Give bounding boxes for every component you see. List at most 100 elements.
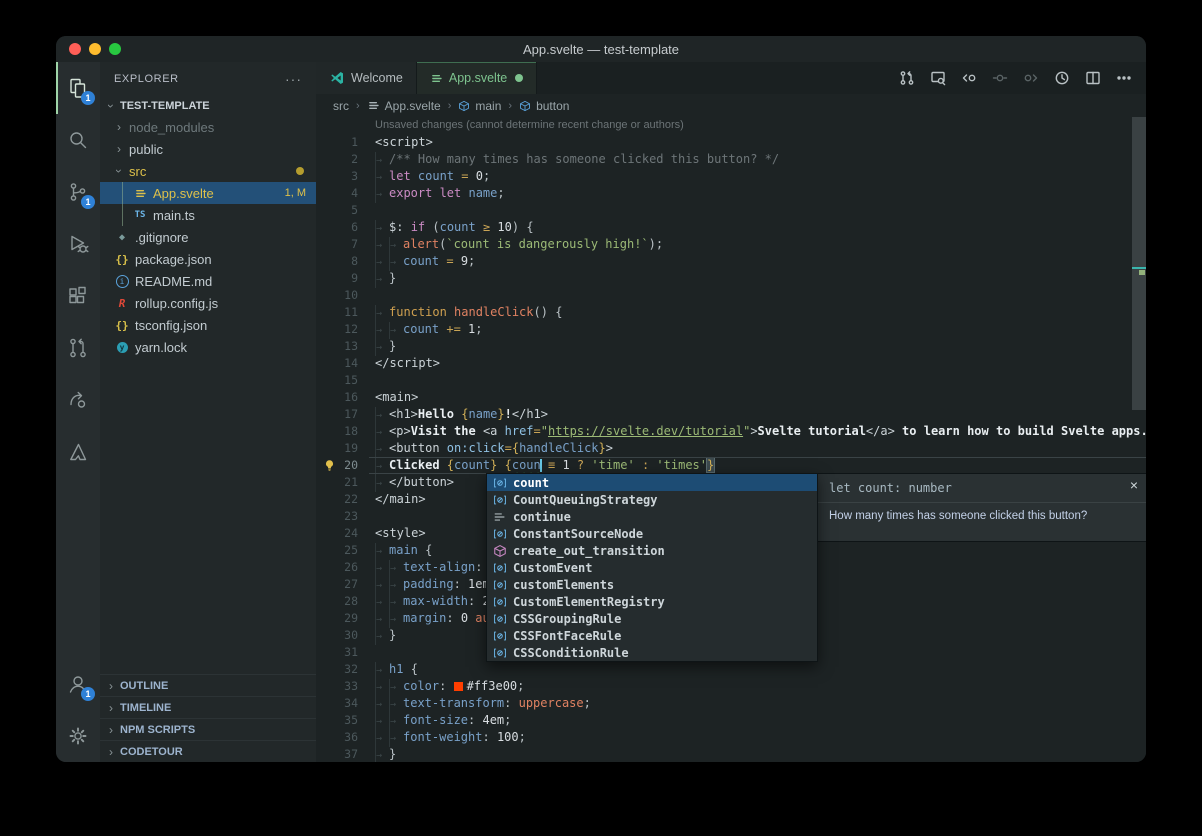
activity-item-search[interactable] <box>56 114 100 166</box>
tree-file-tsconfig-json[interactable]: {}tsconfig.json <box>100 314 316 336</box>
suggest-item-customelementregistry[interactable]: CustomElementRegistry <box>487 593 817 610</box>
code-line-15[interactable]: 15 <box>316 372 1146 389</box>
code-line-8[interactable]: 8→→count = 9; <box>316 253 1146 270</box>
suggest-item-customelements[interactable]: customElements <box>487 576 817 593</box>
code-text: →$: if (count ≥ 10) { <box>375 220 534 234</box>
code-line-7[interactable]: 7→→alert(`count is dangerously high!`); <box>316 236 1146 253</box>
code-line-17[interactable]: 17→<h1>Hello {name}!</h1> <box>316 406 1146 423</box>
code-token: /** How many times has someone clicked t… <box>389 152 779 166</box>
json-file-icon: {} <box>114 319 130 332</box>
tree-file--gitignore[interactable]: ◆.gitignore <box>100 226 316 248</box>
lightbulb-icon[interactable] <box>323 459 336 472</box>
tree-file-app-svelte[interactable]: App.svelte1, M <box>100 182 316 204</box>
code-line-2[interactable]: 2→/** How many times has someone clicked… <box>316 151 1146 168</box>
activity-item-github-pr[interactable] <box>56 322 100 374</box>
suggest-item-create_out_transition[interactable]: create_out_transition <box>487 542 817 559</box>
code-line-1[interactable]: 1<script> <box>316 134 1146 151</box>
tree-file-readme-md[interactable]: iREADME.md <box>100 270 316 292</box>
sidebar-section-timeline[interactable]: ›TIMELINE <box>100 696 316 718</box>
activity-item-azure[interactable] <box>56 426 100 478</box>
sidebar-section-npm-scripts[interactable]: ›NPM SCRIPTS <box>100 718 316 740</box>
file-name: README.md <box>135 274 212 289</box>
tab-app-svelte[interactable]: App.svelte <box>417 62 537 94</box>
code-line-36[interactable]: 36→→font-weight: 100; <box>316 729 1146 746</box>
code-line-18[interactable]: 18→<p>Visit the <a href="https://svelte.… <box>316 423 1146 440</box>
tree-root-test-template[interactable]: › TEST-TEMPLATE <box>100 95 316 116</box>
code-line-16[interactable]: 16<main> <box>316 389 1146 406</box>
chevron-right-icon: › <box>114 142 124 156</box>
activity-item-accounts[interactable]: 1 <box>56 658 100 710</box>
line-number: 12 <box>316 321 375 338</box>
code-text: →<button on:click={handleClick}> <box>375 441 613 455</box>
code-line-5[interactable]: 5 <box>316 202 1146 219</box>
explorer-more-actions-icon[interactable]: ··· <box>285 71 302 87</box>
title-bar[interactable]: App.svelte — test-template <box>56 36 1146 62</box>
next-change-icon[interactable] <box>1023 70 1039 86</box>
activity-item-settings[interactable] <box>56 710 100 762</box>
code-text: →} <box>375 271 396 285</box>
sidebar-section-codetour[interactable]: ›CODETOUR <box>100 740 316 762</box>
suggest-item-count[interactable]: count <box>487 474 817 491</box>
symbol-variable-icon <box>492 578 507 592</box>
close-icon[interactable]: × <box>1130 477 1138 493</box>
editor-scrollbar[interactable] <box>1132 117 1146 410</box>
activity-item-run-debug[interactable] <box>56 218 100 270</box>
code-line-35[interactable]: 35→→font-size: 4em; <box>316 712 1146 729</box>
tree-file-rollup-config-js[interactable]: Rrollup.config.js <box>100 292 316 314</box>
tree-folder-public[interactable]: ›public <box>100 138 316 160</box>
tab-whitespace-arrow: → <box>389 322 403 339</box>
code-line-19[interactable]: 19→<button on:click={handleClick}> <box>316 440 1146 457</box>
activity-item-explorer[interactable]: 1 <box>56 62 100 114</box>
code-line-6[interactable]: 6→$: if (count ≥ 10) { <box>316 219 1146 236</box>
current-change-icon[interactable] <box>992 70 1008 86</box>
activity-item-extensions[interactable] <box>56 270 100 322</box>
previous-change-icon[interactable] <box>961 70 977 86</box>
tab-whitespace-arrow: → <box>375 220 389 237</box>
tree-folder-node-modules[interactable]: ›node_modules <box>100 116 316 138</box>
code-line-34[interactable]: 34→→text-transform: uppercase; <box>316 695 1146 712</box>
line-number: 11 <box>316 304 375 321</box>
tab-welcome[interactable]: Welcome <box>316 62 417 94</box>
breadcrumb-item-src[interactable]: src <box>333 99 349 113</box>
suggest-item-customevent[interactable]: CustomEvent <box>487 559 817 576</box>
breadcrumb-item-app-svelte[interactable]: App.svelte <box>367 99 441 113</box>
code-line-14[interactable]: 14</script> <box>316 355 1146 372</box>
tree-file-yarn-lock[interactable]: yyarn.lock <box>100 336 316 358</box>
code-line-4[interactable]: 4→export let name; <box>316 185 1146 202</box>
split-editor-icon[interactable] <box>1085 70 1101 86</box>
suggest-item-cssgroupingrule[interactable]: CSSGroupingRule <box>487 610 817 627</box>
code-line-11[interactable]: 11→function handleClick() { <box>316 304 1146 321</box>
code-line-20[interactable]: 20→Clicked {count} {coun ≡ 1 ? 'time' : … <box>316 457 1146 474</box>
tree-file-package-json[interactable]: {}package.json <box>100 248 316 270</box>
suggest-item-countqueuingstrategy[interactable]: CountQueuingStrategy <box>487 491 817 508</box>
code-line-33[interactable]: 33→→color: #ff3e00; <box>316 678 1146 695</box>
tree-file-main-ts[interactable]: TSmain.ts <box>100 204 316 226</box>
breadcrumb-item-button[interactable]: button <box>519 99 569 113</box>
close-window-button[interactable] <box>69 43 81 55</box>
open-preview-icon[interactable] <box>930 70 946 86</box>
git-graph-icon[interactable] <box>899 70 915 86</box>
activity-item-source-control[interactable]: 1 <box>56 166 100 218</box>
code-line-13[interactable]: 13→} <box>316 338 1146 355</box>
suggest-item-cssfontfacerule[interactable]: CSSFontFaceRule <box>487 627 817 644</box>
minimize-window-button[interactable] <box>89 43 101 55</box>
suggest-item-constantsourcenode[interactable]: ConstantSourceNode <box>487 525 817 542</box>
sidebar-section-outline[interactable]: ›OUTLINE <box>100 674 316 696</box>
activity-item-live-share[interactable] <box>56 374 100 426</box>
code-text: →h1 { <box>375 662 418 676</box>
more-actions-icon[interactable] <box>1116 70 1132 86</box>
file-history-icon[interactable] <box>1054 70 1070 86</box>
breadcrumb-item-main[interactable]: main <box>458 99 501 113</box>
code-line-12[interactable]: 12→→count += 1; <box>316 321 1146 338</box>
suggest-item-continue[interactable]: continue <box>487 508 817 525</box>
suggest-item-cssconditionrule[interactable]: CSSConditionRule <box>487 644 817 661</box>
code-line-32[interactable]: 32→h1 { <box>316 661 1146 678</box>
tree-folder-src[interactable]: ›src <box>100 160 316 182</box>
code-line-9[interactable]: 9→} <box>316 270 1146 287</box>
code-editor[interactable]: Unsaved changes (cannot determine recent… <box>316 117 1146 762</box>
section-label: NPM SCRIPTS <box>120 724 195 736</box>
code-line-3[interactable]: 3→let count = 0; <box>316 168 1146 185</box>
code-line-37[interactable]: 37→} <box>316 746 1146 762</box>
zoom-window-button[interactable] <box>109 43 121 55</box>
code-line-10[interactable]: 10 <box>316 287 1146 304</box>
